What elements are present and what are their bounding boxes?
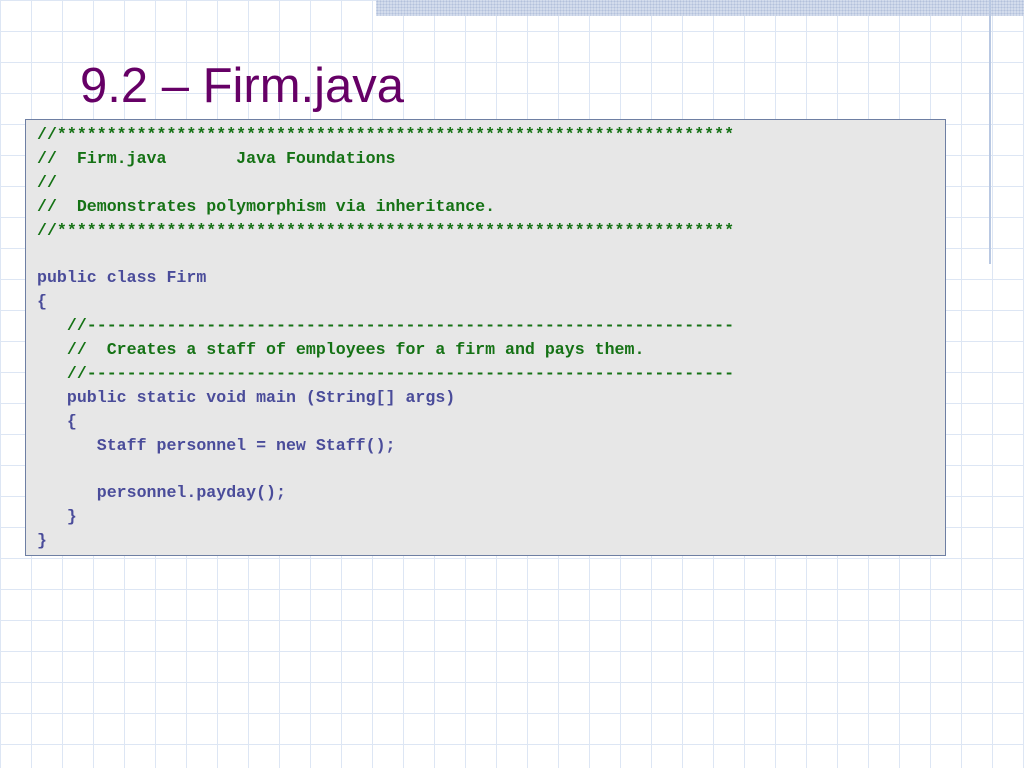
code-line: public class Firm	[37, 268, 207, 288]
code-line: personnel.payday();	[37, 483, 286, 503]
code-line: }	[37, 507, 77, 527]
code-line: //	[37, 172, 57, 192]
code-line: // Demonstrates polymorphism via inherit…	[37, 196, 496, 216]
slide-title: 9.2 – Firm.java	[80, 59, 405, 113]
code-line: //**************************************…	[37, 220, 735, 240]
code-line: Staff personnel = new Staff();	[37, 435, 396, 455]
code-line: //**************************************…	[37, 125, 735, 144]
code-line: // Firm.java Java Foundations	[37, 148, 396, 168]
code-line: public static void main (String[] args)	[37, 387, 456, 407]
code-listing: //**************************************…	[25, 119, 946, 556]
decorative-right-rule	[989, 0, 991, 264]
decorative-top-band	[376, 0, 1024, 16]
code-line: {	[37, 292, 47, 312]
code-line: // Creates a staff of employees for a fi…	[37, 340, 645, 360]
code-line: //--------------------------------------…	[37, 363, 735, 383]
code-line: {	[37, 411, 77, 431]
code-line: //--------------------------------------…	[37, 316, 735, 336]
code-line: }	[37, 531, 47, 551]
